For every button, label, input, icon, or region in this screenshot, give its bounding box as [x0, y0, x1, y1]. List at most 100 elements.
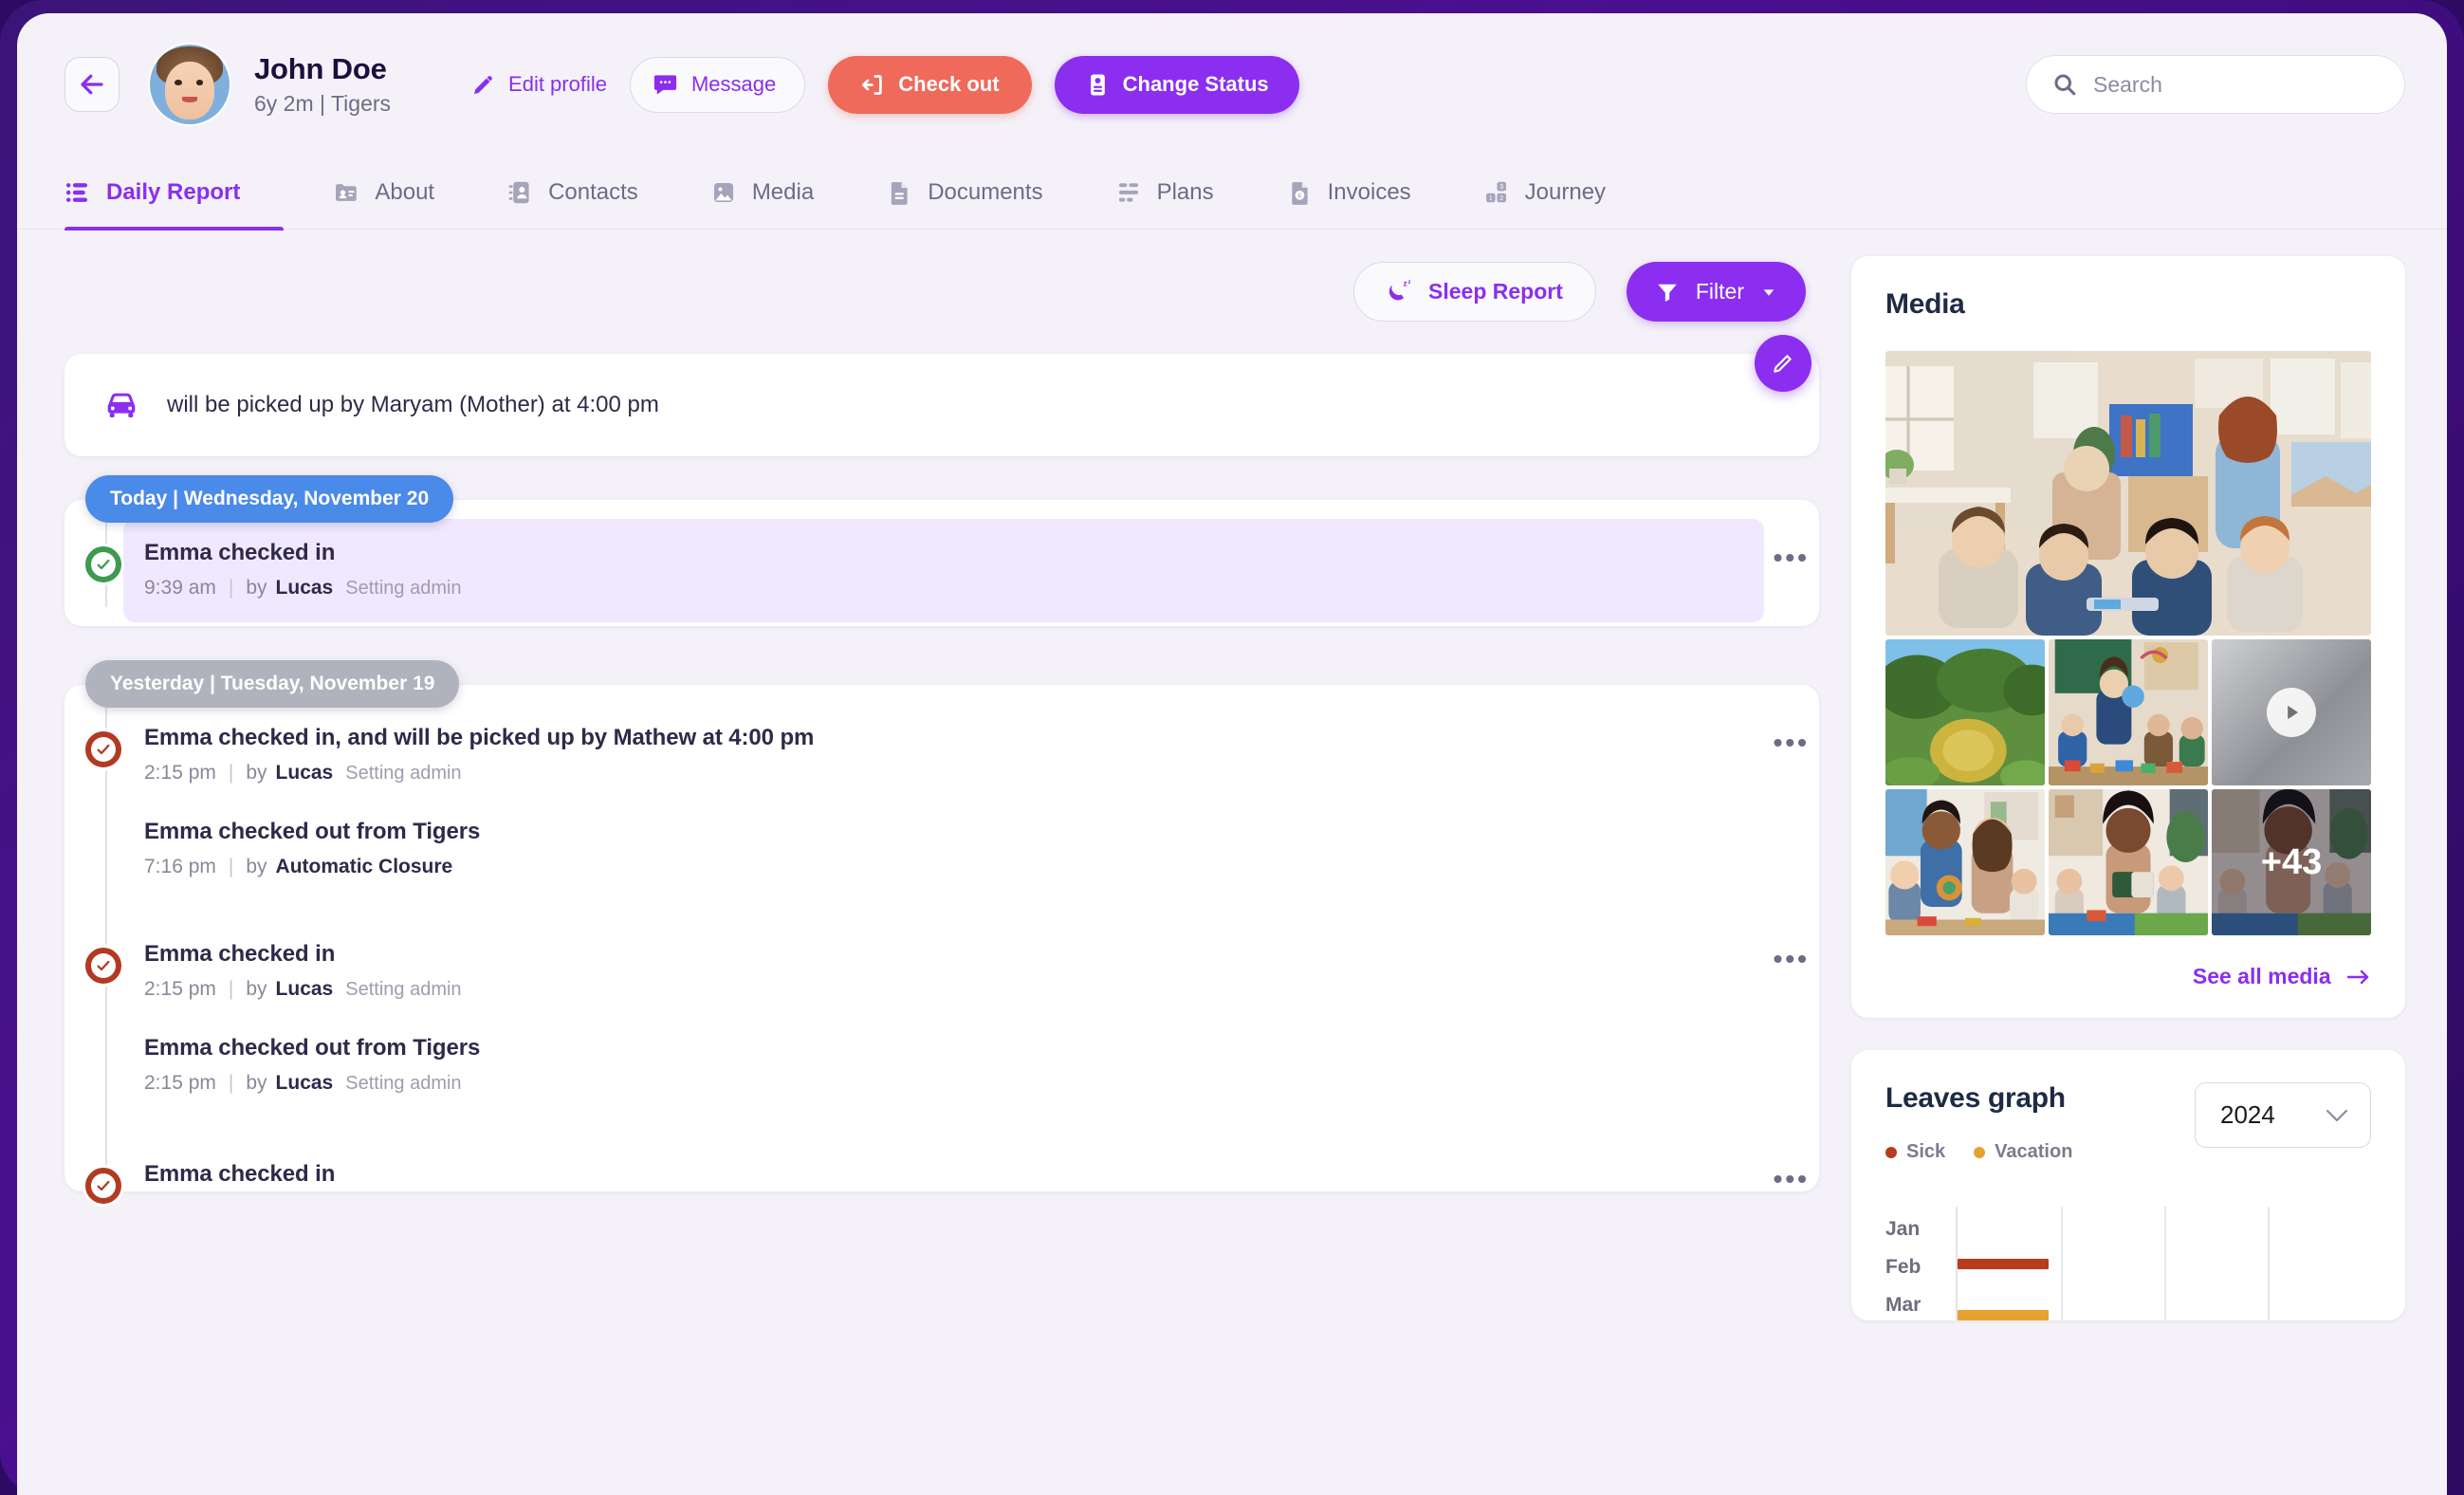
entry-body: Emma checked in [144, 1161, 1764, 1191]
tab-contacts[interactable]: Contacts [470, 156, 674, 229]
avatar[interactable] [150, 45, 230, 124]
media-thumb-group-circle[interactable]: +43 [2212, 789, 2371, 935]
tab-label: Daily Report [106, 178, 241, 205]
timeline-entry: Emma checked in 9:39 am | by Lucas Setti… [83, 519, 1819, 622]
chevron-down-icon [2325, 1108, 2349, 1123]
moon-zzz-icon: z z [1387, 278, 1414, 305]
tab-journey[interactable]: 3 2 1 Journey [1447, 156, 1642, 229]
more-options-icon[interactable]: ••• [1764, 729, 1819, 756]
entry-body: Emma checked in 9:39 am | by Lucas Setti… [123, 519, 1764, 622]
media-thumb-classroom-playtime[interactable] [2049, 639, 2208, 785]
legend-item-sick: Sick [1885, 1141, 1945, 1163]
by-label: by [246, 577, 267, 599]
journey-blocks-icon: 3 2 1 [1483, 179, 1510, 206]
filter-button[interactable]: Filter [1626, 262, 1806, 322]
change-status-button[interactable]: Change Status [1054, 55, 1299, 114]
check-out-button[interactable]: Check out [828, 55, 1032, 114]
message-button[interactable]: Message [629, 56, 806, 113]
event-meta: 2:15 pm | by Lucas Setting admin [144, 762, 1745, 784]
chart-plot-area [1956, 1207, 2371, 1320]
message-label: Message [690, 72, 777, 96]
leaves-panel-title: Leaves graph [1885, 1082, 2066, 1114]
tab-daily-report[interactable]: Daily Report [64, 156, 297, 231]
pickup-notice-card: will be picked up by Maryam (Mother) at … [64, 335, 1819, 456]
media-row [1885, 639, 2371, 785]
chart-tick-label: Mar [1885, 1294, 1922, 1316]
search-input[interactable] [2093, 71, 2380, 98]
day-chip[interactable]: Today | Wednesday, November 20 [85, 475, 454, 523]
chart-tick-label: Feb [1885, 1256, 1922, 1278]
timeline-entry: Emma checked in 2:15 pm | by Lucas Setti… [83, 941, 1819, 1095]
header-actions: Edit profile Message Check out Change St… [470, 55, 1299, 114]
tab-label: Journey [1524, 178, 1607, 205]
invoice-euro-icon: € [1286, 179, 1313, 206]
tab-media[interactable]: Media [674, 156, 850, 229]
media-grid: +43 [1885, 351, 2371, 935]
day-chip[interactable]: Yesterday | Tuesday, November 19 [85, 660, 460, 708]
entry-body: Emma checked in 2:15 pm | by Lucas Setti… [144, 941, 1764, 1095]
year-value: 2024 [2220, 1100, 2275, 1129]
arrow-right-icon [2346, 968, 2371, 987]
svg-text:2: 2 [1499, 194, 1503, 201]
svg-text:3: 3 [1499, 184, 1503, 191]
legend-label: Sick [1906, 1141, 1946, 1162]
legend-item-vacation: Vacation [1974, 1141, 2072, 1163]
media-panel-title: Media [1885, 288, 1965, 320]
timeline: Emma checked in, and will be picked up b… [64, 702, 1819, 1207]
tab-invoices[interactable]: € Invoices [1250, 156, 1447, 229]
tab-plans[interactable]: Plans [1079, 156, 1250, 229]
window-frame: John Doe 6y 2m | Tigers Edit profile Mes… [0, 0, 2464, 1495]
change-status-label: Change Status [1122, 72, 1269, 96]
edit-profile-button[interactable]: Edit profile [470, 72, 607, 98]
tab-documents[interactable]: Documents [850, 156, 1078, 229]
filter-label: Filter [1695, 279, 1744, 304]
media-thumb-storytime-reading[interactable] [2049, 789, 2208, 935]
app-surface: John Doe 6y 2m | Tigers Edit profile Mes… [17, 13, 2447, 1495]
more-options-icon[interactable]: ••• [1764, 1166, 1819, 1192]
day-group: Yesterday | Tuesday, November 19 Emma ch… [64, 660, 1819, 1207]
tab-label: Documents [928, 178, 1043, 205]
event-meta: 2:15 pm | by Lucas Setting admin [144, 1072, 1745, 1095]
event-title: Emma checked in [144, 540, 336, 565]
meta-separator: | [228, 856, 234, 877]
edit-pickup-button[interactable] [1755, 335, 1811, 392]
event-meta: 2:15 pm | by Lucas Setting admin [144, 978, 1745, 1001]
legend-swatch [1974, 1146, 1986, 1158]
pencil-icon [1771, 351, 1795, 376]
check-in-status-dot [83, 945, 124, 987]
content-area: z z Sleep Report Filter will be picked u… [17, 230, 2447, 1320]
media-thumb-garden-cactus[interactable] [1885, 639, 2045, 785]
legend-swatch [1885, 1146, 1897, 1158]
media-row: +43 [1885, 789, 2371, 935]
more-options-icon[interactable]: ••• [1764, 544, 1819, 571]
id-card-icon [333, 179, 359, 206]
legend-label: Vacation [1995, 1141, 2073, 1162]
chart-gridline [2268, 1207, 2270, 1320]
timeline-entry: Emma checked in, and will be picked up b… [83, 725, 1819, 878]
media-panel: Media +43 See all media [1851, 256, 2405, 1018]
tab-about[interactable]: About [297, 156, 470, 229]
image-icon [710, 179, 737, 206]
svg-text:€: € [1297, 193, 1301, 199]
search-box[interactable] [2026, 55, 2405, 114]
year-select[interactable]: 2024 [2195, 1082, 2371, 1148]
chart-bar-vacation-mar [1958, 1310, 2049, 1320]
daily-report-column: z z Sleep Report Filter will be picked u… [64, 230, 1819, 1320]
report-toolbar: z z Sleep Report Filter [64, 230, 1819, 331]
more-options-icon[interactable]: ••• [1764, 946, 1819, 972]
svg-text:z: z [1407, 280, 1410, 286]
media-thumb-video[interactable] [2212, 639, 2371, 785]
profile-header: John Doe 6y 2m | Tigers Edit profile Mes… [17, 13, 2447, 156]
by-label: by [246, 1072, 267, 1094]
arrow-left-icon [78, 70, 106, 99]
back-button[interactable] [64, 57, 120, 112]
media-thumb-parents-with-children[interactable] [1885, 789, 2045, 935]
event-time: 2:15 pm [144, 978, 216, 1000]
status-badge-icon [1085, 72, 1111, 98]
sleep-report-button[interactable]: z z Sleep Report [1353, 262, 1596, 322]
chart-gridline [2061, 1207, 2063, 1320]
media-hero-image[interactable] [1885, 351, 2371, 636]
see-all-media-link[interactable]: See all media [1885, 964, 2371, 989]
event-title: Emma checked out from Tigers [144, 819, 481, 844]
tab-label: Plans [1156, 178, 1214, 205]
